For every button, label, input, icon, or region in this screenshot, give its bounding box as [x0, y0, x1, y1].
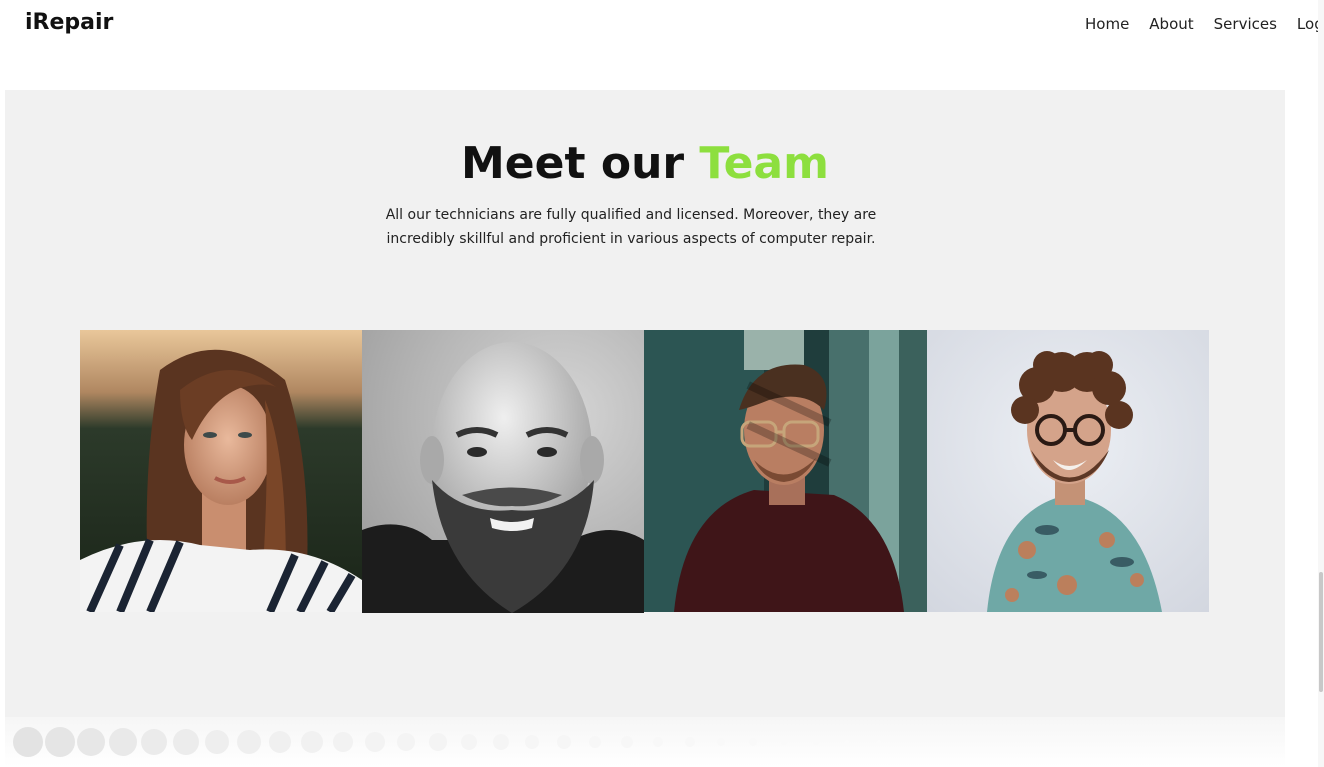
curly-hair-man-floral-shirt-photo — [927, 330, 1209, 612]
nav-link-services[interactable]: Services — [1214, 15, 1277, 33]
decor-dot — [397, 733, 415, 751]
brand-logo[interactable]: iRepair — [25, 10, 113, 35]
nav-link-home[interactable]: Home — [1085, 15, 1129, 33]
man-glasses-dark-sweater-photo — [644, 330, 927, 612]
page: iRepair Home About Services Log Meet our… — [0, 0, 1324, 767]
team-member-photo-3[interactable] — [644, 330, 927, 612]
decor-dot — [365, 732, 385, 752]
decor-dot — [749, 738, 757, 746]
decor-dot — [141, 729, 167, 755]
decor-dot — [557, 735, 571, 749]
team-title-main: Meet our — [461, 138, 700, 189]
scrollbar-thumb[interactable] — [1319, 572, 1323, 692]
decor-dot — [333, 732, 353, 752]
team-description: All our technicians are fully qualified … — [385, 207, 877, 247]
footer-decoration — [5, 717, 1285, 767]
team-member-photo-1[interactable] — [80, 330, 362, 612]
decor-dot — [205, 730, 229, 754]
decor-dot — [877, 740, 881, 744]
decor-dot — [45, 727, 75, 757]
team-title: Meet our Team — [5, 136, 1285, 192]
page-scrollbar[interactable] — [1318, 0, 1324, 767]
team-photos — [80, 330, 1209, 613]
decor-dot — [269, 731, 291, 753]
bald-bearded-man-bw-photo — [362, 330, 644, 613]
decor-dot — [429, 733, 447, 751]
decor-dot — [653, 737, 663, 747]
decor-dot — [301, 731, 323, 753]
decor-dot — [77, 728, 105, 756]
decor-dot — [109, 728, 137, 756]
nav-link-about[interactable]: About — [1149, 15, 1193, 33]
decor-dot — [525, 735, 539, 749]
team-member-photo-4[interactable] — [927, 330, 1209, 612]
decor-dot — [621, 736, 633, 748]
decor-dot — [237, 730, 261, 754]
team-section: Meet our Team All our technicians are fu… — [5, 90, 1285, 717]
decor-dot — [781, 739, 787, 745]
navbar: iRepair Home About Services Log — [0, 0, 1324, 50]
decor-dot — [845, 740, 849, 744]
team-member-photo-2[interactable] — [362, 330, 644, 613]
decor-dot — [589, 736, 601, 748]
nav-links: Home About Services Log — [1085, 15, 1324, 33]
decor-dot — [813, 739, 819, 745]
woman-long-hair-striped-shirt-photo — [80, 330, 362, 612]
decor-dot — [13, 727, 43, 757]
decor-dot — [173, 729, 199, 755]
team-title-accent: Team — [699, 138, 829, 189]
decor-dot — [717, 738, 725, 746]
decor-dot — [685, 737, 695, 747]
decor-dot — [461, 734, 477, 750]
decor-dot — [493, 734, 509, 750]
